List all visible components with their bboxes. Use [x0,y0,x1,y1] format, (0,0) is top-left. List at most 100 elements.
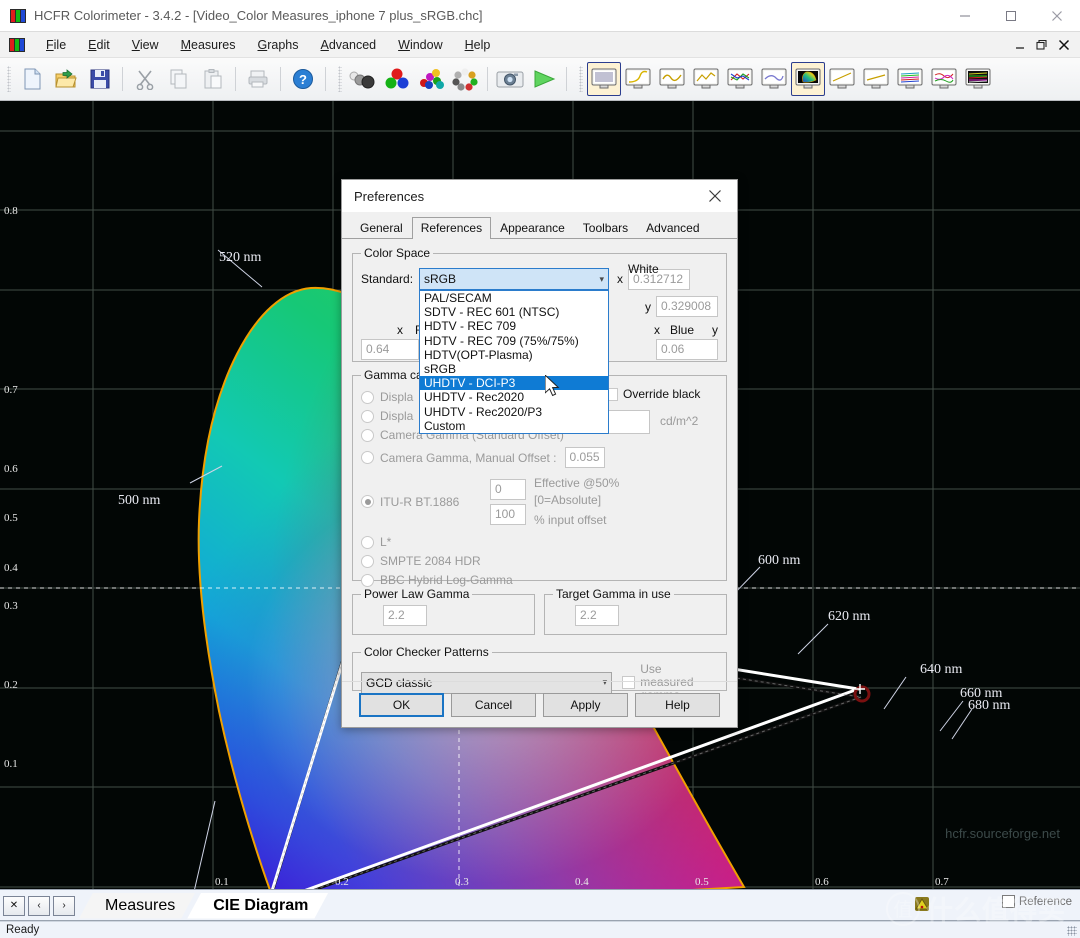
monitor-spectrum-icon[interactable] [927,62,961,96]
cut-scissors-icon[interactable] [128,62,162,96]
cancel-button[interactable]: Cancel [451,693,536,717]
preferences-dialog[interactable]: Preferences General References Appearanc… [341,179,738,728]
tab-prev-button[interactable]: ‹ [28,896,50,916]
radio-camera-gamma-standard[interactable] [361,429,374,442]
help-button[interactable]: Help [635,693,720,717]
radio-camera-gamma-manual[interactable] [361,451,374,464]
close-icon[interactable] [693,180,737,212]
resize-grip[interactable] [1067,926,1077,936]
y-tick-0-4: 0.4 [4,562,18,574]
monitor-delta-icon[interactable] [757,62,791,96]
tab-appearance[interactable]: Appearance [491,217,574,239]
title-bar: HCFR Colorimeter - 3.4.2 - [Video_Color … [0,0,1080,32]
radio-display-gamma-1[interactable] [361,391,374,404]
tab-next-button[interactable]: › [53,896,75,916]
option-hdtv-opt-plasma[interactable]: HDTV(OPT-Plasma) [420,348,608,362]
help-question-icon[interactable]: ? [286,62,320,96]
mdi-minimize-icon[interactable] [1010,34,1030,56]
reference-checkbox[interactable]: Reference [1002,895,1072,908]
reference-checkbox-box[interactable] [1002,895,1015,908]
white-y-field[interactable]: 0.329008 [656,296,718,317]
mdi-close-icon[interactable] [1054,34,1074,56]
mdi-window-controls [1010,32,1074,58]
standard-dropdown-list[interactable]: PAL/SECAM SDTV - REC 601 (NTSC) HDTV - R… [419,290,609,434]
monitor-rgb-levels-icon[interactable] [723,62,757,96]
option-hdtv-rec709-75[interactable]: HDTV - REC 709 (75%/75%) [420,334,608,348]
tab-close-button[interactable]: ✕ [3,896,25,916]
toolbar-grip-3[interactable] [579,66,583,92]
menu-edit[interactable]: Edit [77,35,121,55]
tab-toolbars[interactable]: Toolbars [574,217,637,239]
option-sdtv-rec601[interactable]: SDTV - REC 601 (NTSC) [420,305,608,319]
radio-l-star-label: L* [380,535,391,549]
camera-gamma-manual-offset-field[interactable]: 0.055 [565,447,605,468]
standard-combobox[interactable]: sRGB ▾ [419,268,609,290]
y-tick-0-6: 0.6 [4,463,18,475]
saturations-icon[interactable] [414,62,448,96]
grayscale-spheres-icon[interactable] [346,62,380,96]
copy-icon[interactable] [162,62,196,96]
monitor-curve-icon[interactable] [655,62,689,96]
menu-window[interactable]: Window [387,35,453,55]
monitor-cie-icon[interactable] [791,62,825,96]
minimize-icon[interactable] [942,0,988,32]
preferences-tabs[interactable]: General References Appearance Toolbars A… [342,215,737,239]
monitor-luminance-icon[interactable] [689,62,723,96]
radio-l-star[interactable] [361,536,374,549]
override-black-field[interactable] [608,410,650,434]
monitor-multi-icon[interactable] [893,62,927,96]
input-offset-field[interactable]: 100 [490,504,526,525]
radio-display-gamma-2[interactable] [361,410,374,423]
red-x-label: x [397,323,403,337]
target-gamma-field[interactable]: 2.2 [575,605,619,626]
radio-bbc-hlg-label: BBC Hybrid Log-Gamma [380,573,513,587]
colorchecker-icon[interactable] [448,62,482,96]
option-uhdtv-dci-p3[interactable]: UHDTV - DCI-P3 [420,376,608,390]
radio-smpte-2084-hdr[interactable] [361,555,374,568]
camera-icon[interactable] [493,62,527,96]
close-icon[interactable] [1034,0,1080,32]
effective-at-50-field[interactable]: 0 [490,479,526,500]
option-pal-secam[interactable]: PAL/SECAM [420,291,608,305]
monitor-measures-icon[interactable] [587,62,621,96]
open-folder-icon[interactable] [49,62,83,96]
paste-icon[interactable] [196,62,230,96]
new-file-icon[interactable] [15,62,49,96]
tab-general[interactable]: General [351,217,412,239]
preferences-body: Color Space White Standard: sRGB ▾ PAL/S… [342,239,737,691]
toolbar-grip-2[interactable] [338,66,342,92]
mdi-restore-icon[interactable] [1032,34,1052,56]
option-uhdtv-rec2020[interactable]: UHDTV - Rec2020 [420,390,608,404]
tab-measures[interactable]: Measures [79,893,195,919]
menu-file[interactable]: FFileile [35,35,77,55]
tab-advanced[interactable]: Advanced [637,217,708,239]
menu-measures[interactable]: Measures [170,35,247,55]
radio-bbc-hlg[interactable] [361,574,374,587]
option-hdtv-rec709[interactable]: HDTV - REC 709 [420,319,608,333]
option-uhdtv-rec2020-p3[interactable]: UHDTV - Rec2020/P3 [420,405,608,419]
play-run-icon[interactable] [527,62,561,96]
menu-graphs[interactable]: Graphs [247,35,310,55]
monitor-gamma2-icon[interactable] [825,62,859,96]
apply-button[interactable]: Apply [543,693,628,717]
print-icon[interactable] [241,62,275,96]
monitor-gamma-icon[interactable] [621,62,655,96]
monitor-dark-icon[interactable] [961,62,995,96]
radio-itu-bt1886[interactable] [361,495,374,508]
monitor-line-icon[interactable] [859,62,893,96]
menu-help[interactable]: Help [454,35,502,55]
option-srgb[interactable]: sRGB [420,362,608,376]
rgb-primaries-icon[interactable] [380,62,414,96]
blue-y-field[interactable]: 0.06 [656,339,718,360]
option-custom[interactable]: Custom [420,419,608,433]
tab-cie-diagram[interactable]: CIE Diagram [187,893,328,919]
tab-references[interactable]: References [412,217,491,239]
red-x-field[interactable]: 0.64 [361,339,419,360]
ok-button[interactable]: OK [359,693,444,717]
maximize-icon[interactable] [988,0,1034,32]
power-law-gamma-field[interactable]: 2.2 [383,605,427,626]
menu-advanced[interactable]: Advanced [310,35,388,55]
menu-view[interactable]: View [121,35,170,55]
toolbar-grip[interactable] [7,66,11,92]
save-disk-icon[interactable] [83,62,117,96]
